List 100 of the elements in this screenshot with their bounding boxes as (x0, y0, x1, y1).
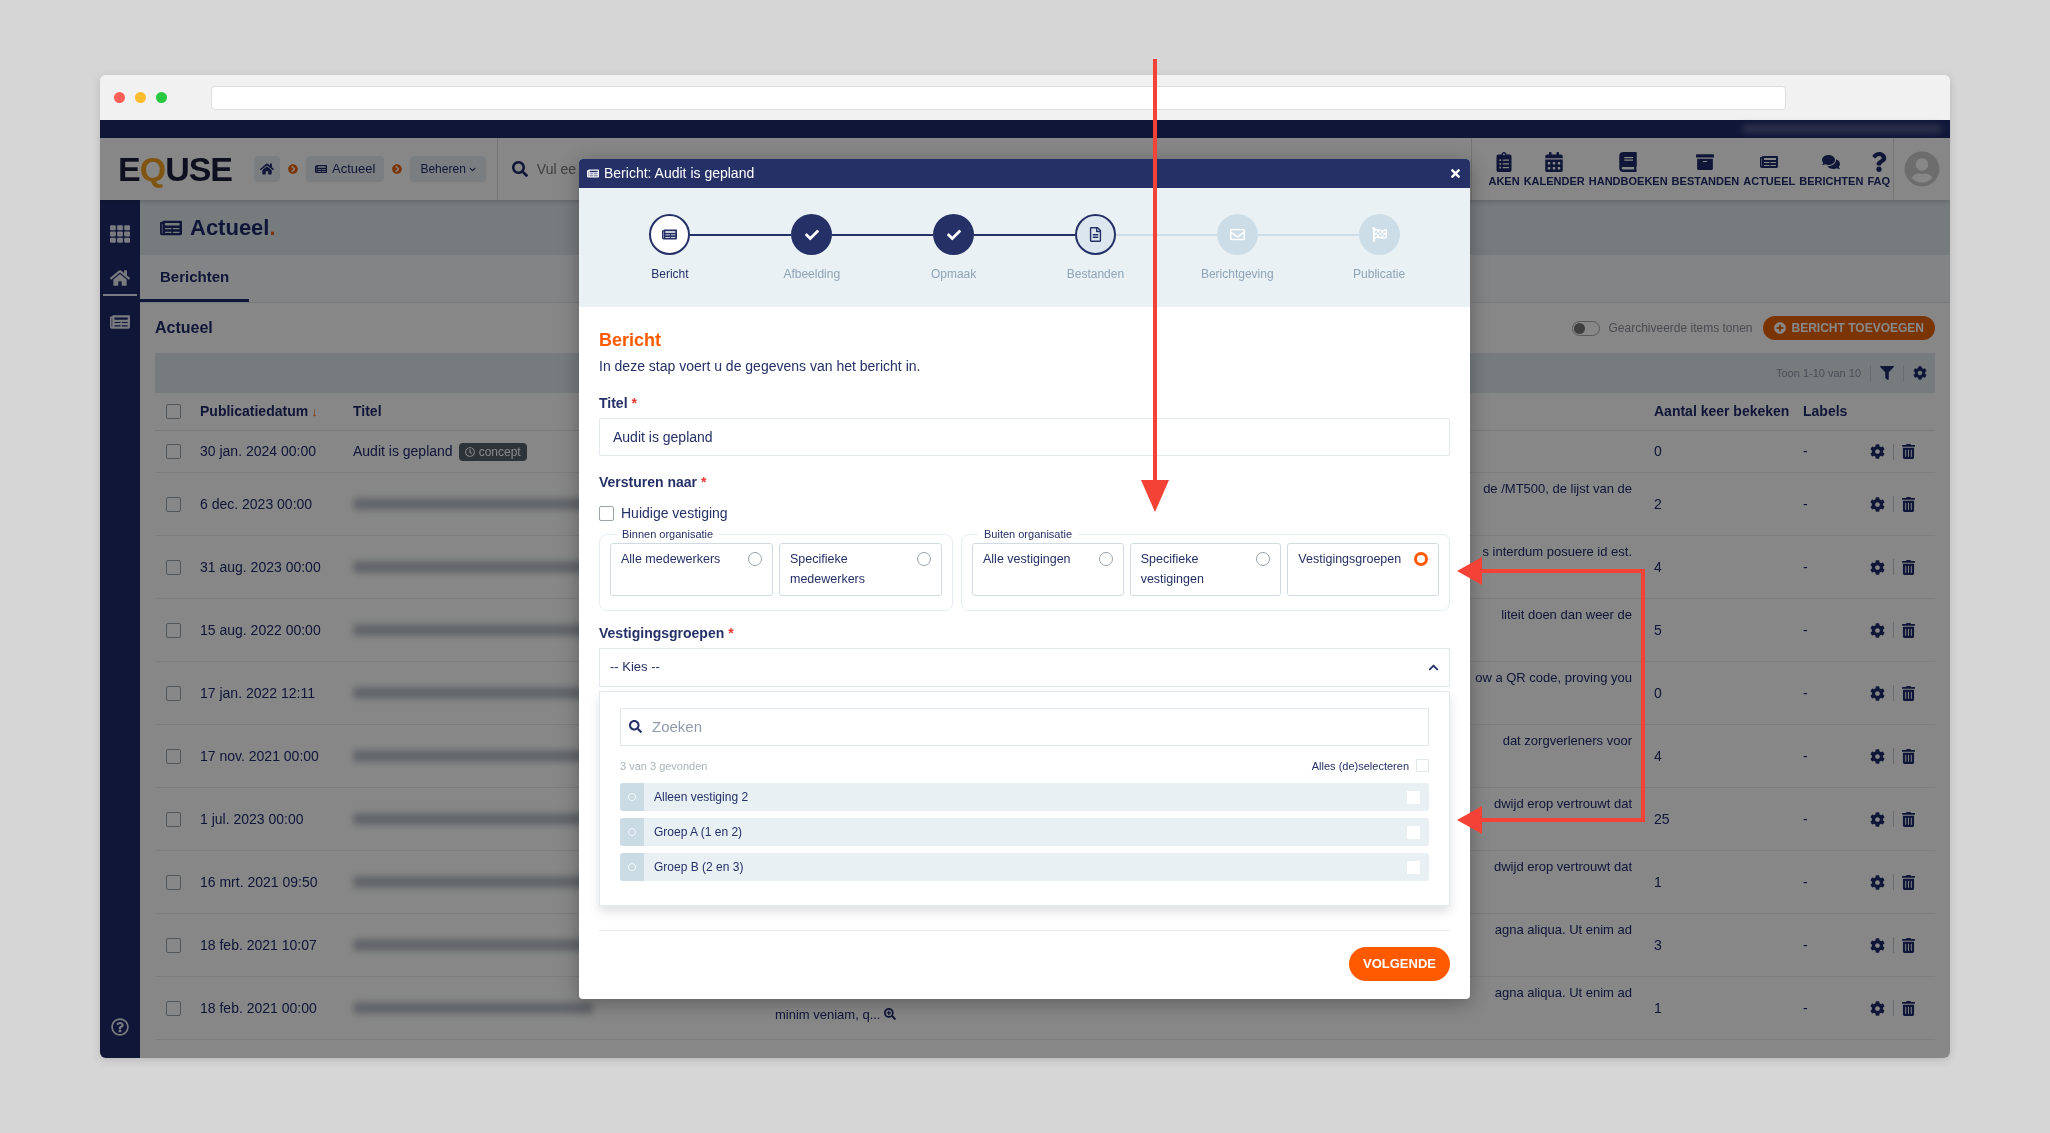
list-option[interactable]: Alleen vestiging 2 (620, 783, 1429, 811)
checkbox[interactable] (166, 1000, 181, 1016)
zoom-in-icon[interactable] (884, 1008, 897, 1021)
next-button[interactable]: VOLGENDE (1349, 946, 1450, 981)
settings-icon[interactable] (1913, 366, 1927, 380)
column-header[interactable]: Labels (1803, 401, 1848, 422)
trash-icon[interactable] (1902, 685, 1915, 701)
select-field[interactable]: -- Kies -- (599, 647, 1450, 687)
option-card[interactable]: Vestigingsgroepen (1287, 542, 1439, 596)
filter-icon[interactable] (1880, 366, 1894, 380)
option-label: Groep B (2 en 3) (654, 859, 745, 876)
settings-icon[interactable] (1870, 559, 1885, 575)
settings-icon[interactable] (1870, 874, 1885, 890)
settings-icon[interactable] (1870, 748, 1885, 764)
newspaper-icon (110, 312, 130, 332)
checkbox[interactable] (166, 404, 181, 419)
search-field[interactable]: Vul ee (536, 158, 597, 180)
checkbox[interactable] (166, 937, 181, 953)
close-icon[interactable] (1449, 167, 1462, 180)
toggle-switch[interactable] (1572, 320, 1601, 336)
labels-cell-text: - (1803, 620, 1808, 640)
column-header[interactable]: Aantal keer bekeken (1654, 401, 1790, 422)
checkbox[interactable] (166, 622, 181, 638)
column-header[interactable]: Publicatiedatum (200, 401, 309, 422)
trash-icon[interactable] (1902, 874, 1915, 890)
home-icon (260, 162, 275, 176)
radio-button[interactable] (917, 551, 931, 566)
option-label: Vestigingsgroepen (1298, 550, 1402, 568)
nav-link[interactable]: ACTUEEL (1743, 151, 1796, 187)
checkbox[interactable] (166, 748, 181, 764)
trash-icon[interactable] (1902, 811, 1915, 827)
newspaper-icon (587, 168, 599, 179)
date-cell-text: 15 aug. 2022 00:00 (200, 620, 321, 640)
radio-button[interactable] (1256, 551, 1271, 566)
settings-icon[interactable] (1870, 444, 1885, 459)
checkbox[interactable] (166, 874, 181, 890)
step-label[interactable]: Bericht (651, 265, 689, 283)
trash-icon[interactable] (1902, 937, 1915, 953)
column-header[interactable]: Titel (353, 401, 382, 422)
group-legend: Buiten organisatie (978, 526, 1079, 543)
home-button[interactable] (254, 156, 281, 182)
checkbox[interactable] (166, 685, 181, 701)
settings-icon[interactable] (1870, 622, 1885, 638)
option-card[interactable]: Specifieke medewerkers (779, 542, 942, 596)
views-cell-text: 5 (1654, 620, 1662, 640)
tab[interactable]: Berichten (140, 255, 250, 302)
checkbox[interactable] (166, 559, 181, 575)
search-field[interactable]: Zoeken (620, 707, 1429, 746)
nav-link[interactable]: BERICHTEN (1799, 151, 1864, 187)
labels-cell-text: - (1803, 998, 1808, 1018)
breadcrumb-menu[interactable]: Beheren (410, 156, 486, 182)
newspaper-icon (662, 227, 678, 242)
checkered-flag-icon (1371, 227, 1387, 242)
list-option[interactable]: Groep A (1 en 2) (620, 818, 1429, 846)
option-label: Alle medewerkers (621, 550, 721, 568)
option-card[interactable]: Specifieke vestigingen (1129, 542, 1282, 596)
radio-button[interactable] (1098, 551, 1113, 566)
checkbox[interactable] (166, 496, 181, 512)
trash-icon[interactable] (1902, 496, 1915, 512)
sidebar-item[interactable] (103, 268, 137, 296)
checkbox[interactable] (166, 444, 181, 459)
views-cell-text: 2 (1654, 494, 1662, 514)
date-cell-text: 6 dec. 2023 00:00 (200, 494, 313, 514)
trash-icon[interactable] (1902, 444, 1915, 459)
chevron-icon (392, 164, 403, 174)
option-card[interactable]: Alle vestigingen (972, 542, 1124, 596)
description-text: de /MT500, de lijst van de (1483, 480, 1632, 498)
trash-icon[interactable] (1902, 622, 1915, 638)
title-field[interactable]: Audit is gepland (599, 418, 1450, 456)
checkbox[interactable] (599, 506, 614, 521)
settings-icon[interactable] (1870, 1000, 1885, 1016)
settings-icon[interactable] (1870, 811, 1885, 827)
trash-icon[interactable] (1902, 748, 1915, 764)
caret-icon (468, 165, 476, 173)
title-cell-text: Audit is gepland (353, 442, 453, 461)
nav-link[interactable]: FAQ (1867, 151, 1890, 187)
nav-link[interactable]: HANDBOEKEN (1588, 151, 1668, 187)
option-card[interactable]: Alle medewerkers (610, 542, 773, 596)
description-text: agna aliqua. Ut enim ad (1494, 921, 1632, 939)
description-text: minim veniam, q... (775, 1005, 881, 1024)
nav-link[interactable]: KALENDER (1523, 151, 1585, 187)
settings-icon[interactable] (1870, 937, 1885, 953)
breadcrumb-link[interactable]: Actueel (306, 156, 385, 182)
list-option[interactable]: Groep B (2 en 3) (620, 853, 1429, 881)
nav-link[interactable]: BESTANDEN (1671, 151, 1740, 187)
trash-icon[interactable] (1902, 559, 1915, 575)
nav-link[interactable]: AKEN (1488, 151, 1520, 187)
search-icon (511, 161, 528, 177)
description-text: s interdum posuere id est. (1482, 543, 1632, 561)
add-message-button[interactable]: BERICHT TOEVOEGEN (1762, 316, 1935, 340)
checkbox[interactable] (166, 811, 181, 827)
radio-button[interactable] (748, 551, 762, 566)
date-cell-text: 17 nov. 2021 00:00 (200, 746, 319, 766)
settings-icon[interactable] (1870, 496, 1885, 512)
field-label: Vestigingsgroepen (599, 623, 725, 643)
help-icon[interactable] (111, 1018, 129, 1036)
radio-button[interactable] (1414, 551, 1428, 566)
settings-icon[interactable] (1870, 685, 1885, 701)
trash-icon[interactable] (1902, 1000, 1915, 1016)
toggle-label: Gearchiveerde items tonen (1608, 320, 1753, 337)
